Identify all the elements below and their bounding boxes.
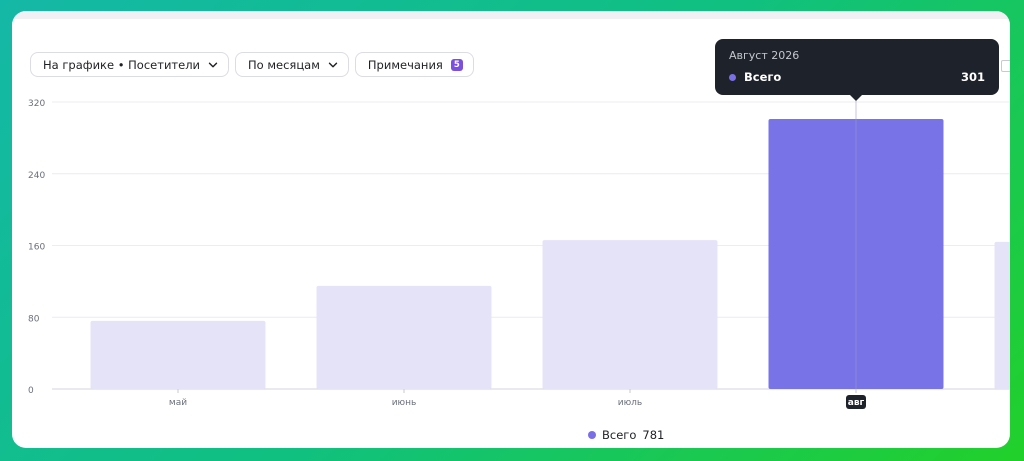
y-tick-label: 320	[28, 99, 45, 109]
legend-total: 781	[642, 428, 665, 442]
bar	[90, 320, 266, 389]
tooltip-title: Август 2026	[729, 49, 800, 62]
series-dot-icon	[729, 73, 736, 81]
y-tick-label: 240	[28, 171, 45, 181]
x-tick-label: авг	[848, 398, 865, 408]
legend-dot-icon	[588, 431, 596, 439]
x-tick-label: июнь	[392, 398, 417, 408]
chart-legend[interactable]: Всего 781	[588, 428, 664, 442]
bar	[542, 240, 718, 389]
legend-series-name: Всего	[602, 428, 637, 442]
tooltip-series-name: Всего	[744, 70, 782, 84]
x-tick-label: май	[169, 398, 187, 408]
y-tick-label: 0	[28, 386, 34, 396]
y-tick-label: 160	[28, 243, 45, 253]
bar	[316, 285, 492, 389]
tooltip-row: Всего 301	[729, 70, 985, 84]
bar-partial	[994, 241, 1010, 389]
chart-tooltip: Август 2026 Всего 301	[715, 39, 999, 101]
x-tick-label: июль	[618, 398, 642, 408]
tooltip-value: 301	[960, 70, 985, 84]
chart-card: На графике • Посетители По месяцам Приме…	[12, 11, 1010, 448]
y-tick-label: 80	[28, 314, 40, 324]
